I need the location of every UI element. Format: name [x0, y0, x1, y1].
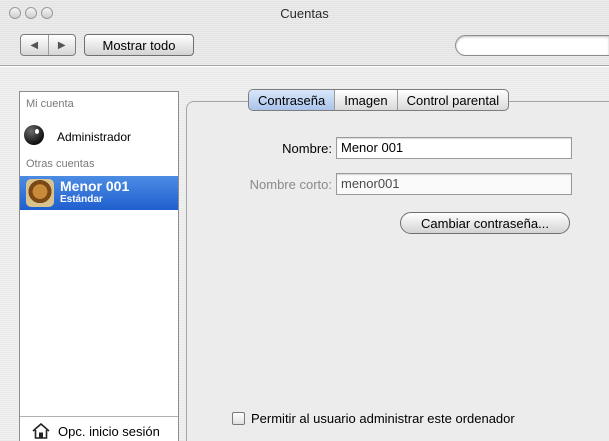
name-field[interactable]: Menor 001: [336, 137, 572, 159]
account-type: Estándar: [60, 194, 103, 205]
tab-bar: Contraseña Imagen Control parental: [248, 89, 510, 111]
cat-avatar-icon: [26, 179, 54, 207]
show-all-button[interactable]: Mostrar todo: [84, 34, 194, 56]
login-options-item[interactable]: Opc. inicio sesión: [20, 416, 178, 441]
window-title: Cuentas: [280, 6, 329, 21]
account-name: Menor 001: [60, 178, 130, 194]
forward-arrow-icon: ▶: [57, 39, 66, 51]
change-password-button[interactable]: Cambiar contraseña...: [400, 212, 570, 234]
tab-password[interactable]: Contraseña: [249, 90, 335, 110]
allow-admin-option[interactable]: Permitir al usuario administrar este ord…: [232, 411, 515, 426]
short-name-field[interactable]: menor001: [336, 173, 572, 195]
back-button[interactable]: ◀: [21, 35, 48, 55]
tab-parental-controls[interactable]: Control parental: [396, 90, 508, 110]
allow-admin-checkbox[interactable]: [232, 412, 245, 425]
back-forward-control: ◀ ▶: [20, 34, 76, 56]
back-arrow-icon: ◀: [30, 39, 39, 51]
search-field[interactable]: [455, 35, 609, 56]
my-account-header: Mi cuenta: [26, 98, 74, 110]
forward-button[interactable]: ▶: [47, 35, 76, 55]
other-accounts-header: Otras cuentas: [26, 158, 95, 170]
account-name: Administrador: [57, 130, 132, 144]
account-item-admin[interactable]: Administrador: [20, 124, 178, 148]
house-icon: [32, 423, 50, 439]
toolbar: Cuentas ◀ ▶ Mostrar todo: [0, 0, 609, 66]
tab-picture[interactable]: Imagen: [334, 90, 396, 110]
admin-avatar-icon: [24, 125, 44, 145]
short-name-label: Nombre corto:: [249, 177, 332, 192]
search-input[interactable]: [468, 38, 609, 53]
accounts-sidebar: Mi cuenta Administrador Otras cuentas Me…: [19, 91, 179, 441]
allow-admin-label: Permitir al usuario administrar este ord…: [251, 411, 515, 426]
login-options-label: Opc. inicio sesión: [58, 424, 160, 439]
account-item-menor-001[interactable]: Menor 001 Estándar: [20, 176, 178, 210]
name-label: Nombre:: [282, 141, 332, 156]
